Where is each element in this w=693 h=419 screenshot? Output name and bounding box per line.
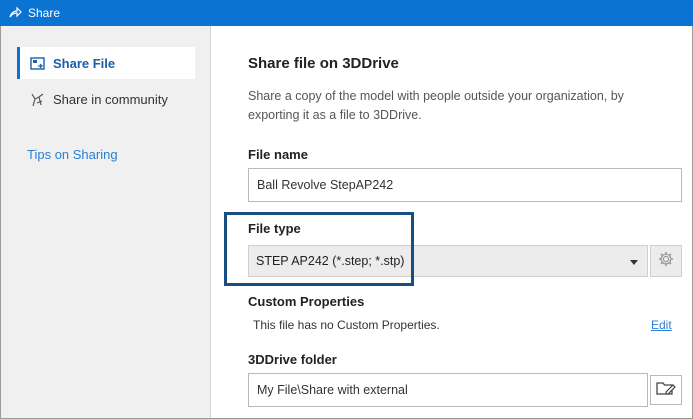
browse-folder-button[interactable] [650, 375, 682, 405]
sidebar: Share File Share in community Tips on Sh… [1, 26, 211, 418]
main-panel: Share file on 3DDrive Share a copy of th… [212, 26, 692, 418]
title-bar: Share [0, 0, 693, 26]
page-title: Share file on 3DDrive [248, 55, 399, 72]
folder-edit-icon [656, 379, 676, 402]
sidebar-item-label: Share File [53, 55, 116, 71]
chevron-down-icon [629, 256, 639, 266]
folder-input[interactable]: My File\Share with external [248, 373, 648, 407]
file-type-settings-button[interactable] [650, 245, 682, 277]
share-file-icon [29, 55, 45, 71]
tips-on-sharing-link[interactable]: Tips on Sharing [27, 147, 118, 162]
sidebar-item-share-file[interactable]: Share File [17, 47, 195, 79]
window-title: Share [28, 6, 61, 20]
file-name-label: File name [248, 147, 308, 162]
file-type-select[interactable]: STEP AP242 (*.step; *.stp) [248, 245, 648, 277]
custom-properties-label: Custom Properties [248, 294, 365, 309]
custom-properties-note: This file has no Custom Properties. [253, 318, 440, 332]
file-name-input[interactable]: Ball Revolve StepAP242 [248, 168, 682, 202]
share-arrow-icon [8, 6, 22, 20]
community-icon [29, 91, 45, 107]
file-type-value: STEP AP242 (*.step; *.stp) [256, 254, 405, 268]
folder-label: 3DDrive folder [248, 352, 337, 367]
edit-custom-properties-link[interactable]: Edit [651, 318, 672, 332]
sidebar-item-label: Share in community [53, 91, 168, 107]
sidebar-item-share-in-community[interactable]: Share in community [17, 83, 195, 115]
file-type-label: File type [248, 221, 301, 236]
page-description: Share a copy of the model with people ou… [248, 89, 624, 122]
gear-icon [658, 251, 674, 272]
